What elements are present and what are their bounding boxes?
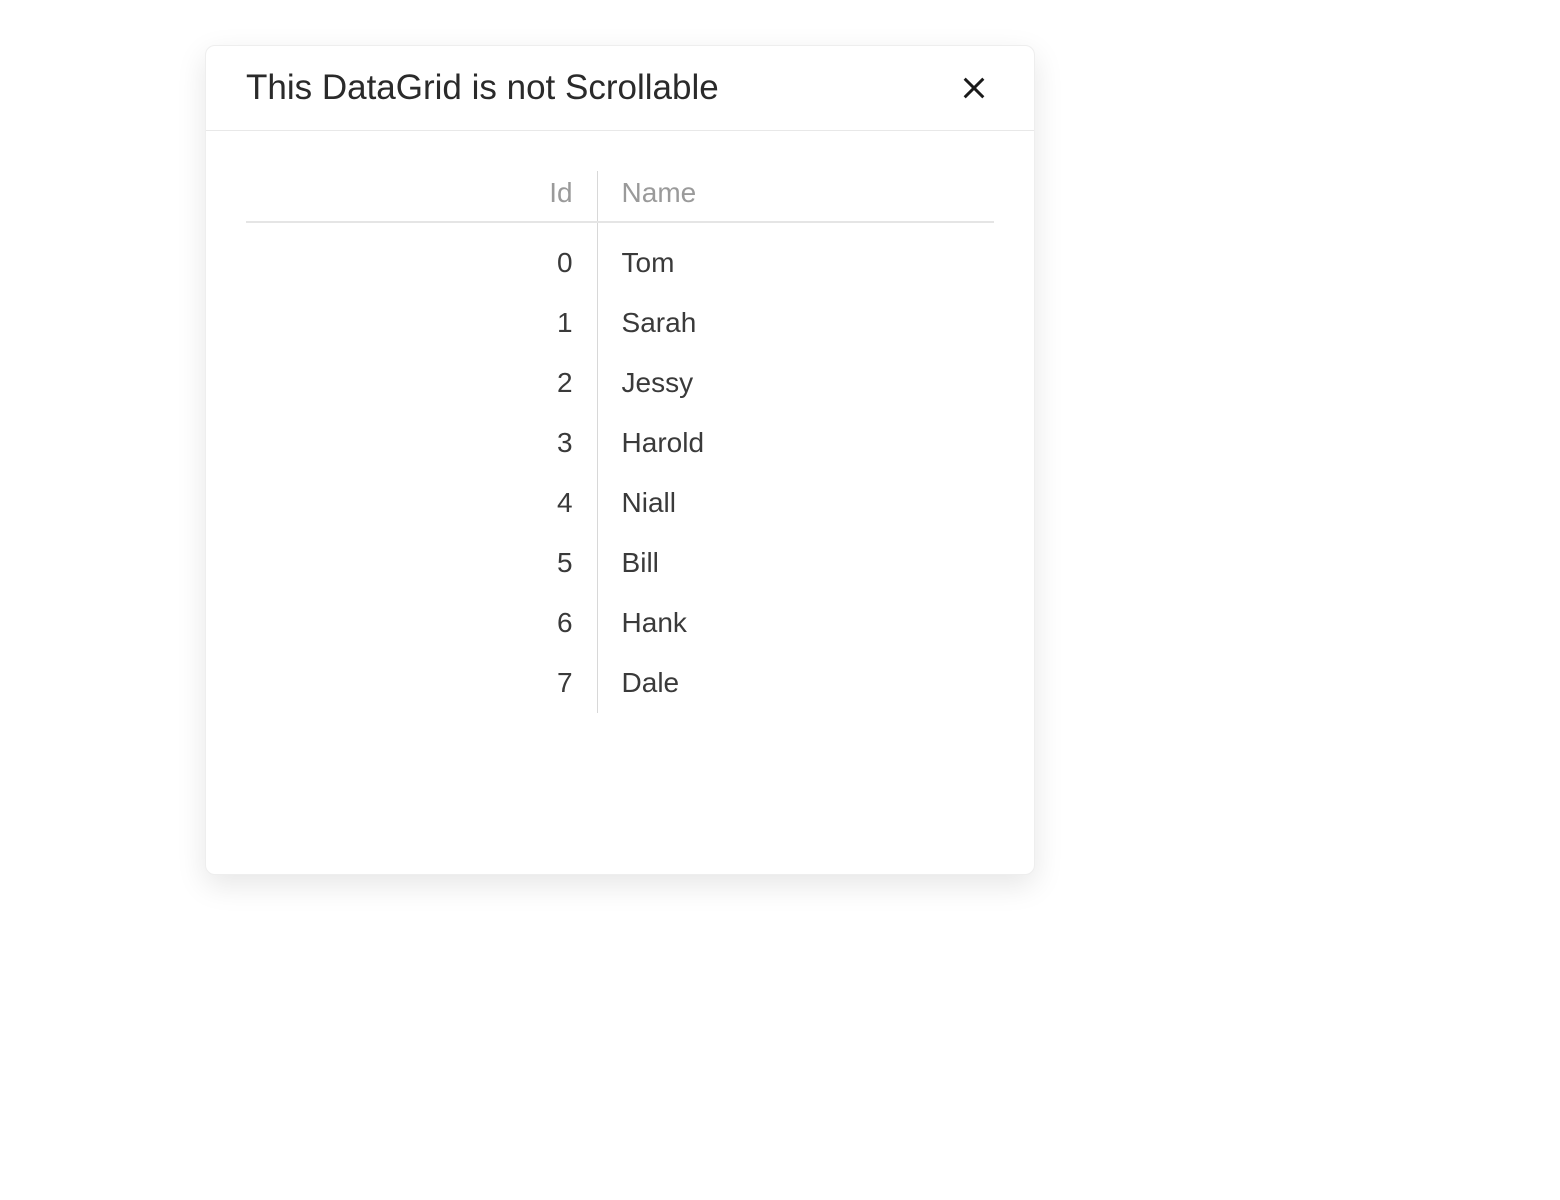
cell-id: 7 [246,653,598,713]
table-row[interactable]: 3Harold [246,413,994,473]
cell-name: Hank [598,593,994,653]
cell-name: Harold [598,413,994,473]
close-icon [960,74,988,102]
table-row[interactable]: 4Niall [246,473,994,533]
grid-header-row: Id Name [246,171,994,223]
cell-id: 0 [246,223,598,293]
dialog-body: Id Name 0Tom1Sarah2Jessy3Harold4Niall5Bi… [206,131,1034,859]
cell-name: Niall [598,473,994,533]
grid-body: 0Tom1Sarah2Jessy3Harold4Niall5Bill6Hank7… [246,223,994,713]
close-button[interactable] [954,68,994,108]
cell-id: 5 [246,533,598,593]
cell-name: Sarah [598,293,994,353]
cell-name: Jessy [598,353,994,413]
cell-name: Bill [598,533,994,593]
table-row[interactable]: 5Bill [246,533,994,593]
cell-id: 1 [246,293,598,353]
data-grid: Id Name 0Tom1Sarah2Jessy3Harold4Niall5Bi… [246,171,994,713]
cell-name: Tom [598,223,994,293]
cell-id: 2 [246,353,598,413]
cell-name: Dale [598,653,994,713]
cell-id: 4 [246,473,598,533]
table-row[interactable]: 7Dale [246,653,994,713]
cell-id: 3 [246,413,598,473]
table-row[interactable]: 1Sarah [246,293,994,353]
column-header-name[interactable]: Name [598,171,994,221]
table-row[interactable]: 6Hank [246,593,994,653]
dialog-title: This DataGrid is not Scrollable [246,68,719,108]
table-row[interactable]: 0Tom [246,223,994,293]
dialog: This DataGrid is not Scrollable Id Name … [205,45,1035,875]
column-header-id[interactable]: Id [246,171,598,221]
table-row[interactable]: 2Jessy [246,353,994,413]
cell-id: 6 [246,593,598,653]
dialog-header: This DataGrid is not Scrollable [206,46,1034,131]
